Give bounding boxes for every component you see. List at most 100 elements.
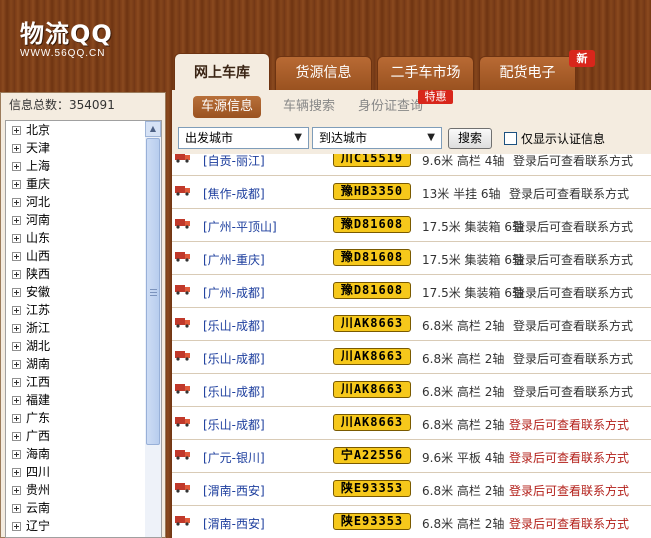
route-link[interactable]: [乐山-成都] xyxy=(203,317,265,334)
expand-icon[interactable] xyxy=(12,468,21,477)
tree-item-fujian[interactable]: 福建 xyxy=(12,391,50,409)
expand-icon[interactable] xyxy=(12,432,21,441)
expand-icon[interactable] xyxy=(12,270,21,279)
expand-icon[interactable] xyxy=(12,504,21,513)
vehicle-row[interactable]: [渭南-西安] 陕E93353 6.8米 高栏 2轴 登录后可查看联系方式 xyxy=(172,506,651,538)
expand-icon[interactable] xyxy=(12,378,21,387)
tree-item-tianjin[interactable]: 天津 xyxy=(12,139,50,157)
scroll-up-arrow-icon[interactable]: ▲ xyxy=(145,121,161,137)
tree-item-jiangsu[interactable]: 江苏 xyxy=(12,301,50,319)
route-link[interactable]: [渭南-西安] xyxy=(203,482,265,499)
tree-item-guangxi[interactable]: 广西 xyxy=(12,427,50,445)
truck-icon xyxy=(175,154,190,163)
expand-icon[interactable] xyxy=(12,252,21,261)
route-link[interactable]: [渭南-西安] xyxy=(203,515,265,532)
tree-item-zhejiang[interactable]: 浙江 xyxy=(12,319,50,337)
vehicle-row[interactable]: [广州-平顶山] 豫D81608 17.5米 集装箱 6轴 登录后可查看联系方式 xyxy=(172,209,651,242)
expand-icon[interactable] xyxy=(12,396,21,405)
contact-login-link[interactable]: 登录后可查看联系方式 xyxy=(513,317,633,334)
contact-login-link[interactable]: 登录后可查看联系方式 xyxy=(513,251,633,268)
vehicle-row[interactable]: [乐山-成都] 川AK8663 6.8米 高栏 2轴 登录后可查看联系方式 xyxy=(172,374,651,407)
route-link[interactable]: [乐山-成都] xyxy=(203,383,265,400)
tree-item-henan[interactable]: 河南 xyxy=(12,211,50,229)
expand-icon[interactable] xyxy=(12,234,21,243)
route-link[interactable]: [广元-银川] xyxy=(203,449,265,466)
tree-item-yunnan[interactable]: 云南 xyxy=(12,499,50,517)
scroll-thumb[interactable] xyxy=(146,138,160,445)
route-link[interactable]: [乐山-成都] xyxy=(203,416,265,433)
expand-icon[interactable] xyxy=(12,486,21,495)
contact-login-link[interactable]: 登录后可查看联系方式 xyxy=(513,350,633,367)
vehicle-row[interactable]: [广元-银川] 宁A22556 9.6米 平板 4轴 登录后可查看联系方式 xyxy=(172,440,651,473)
tree-item-shandong[interactable]: 山东 xyxy=(12,229,50,247)
expand-icon[interactable] xyxy=(12,216,21,225)
tree-item-guizhou[interactable]: 贵州 xyxy=(12,481,50,499)
search-button[interactable]: 搜索 xyxy=(448,128,492,149)
contact-login-link[interactable]: 登录后可查看联系方式 xyxy=(513,284,633,301)
subtab-id-lookup[interactable]: 身份证查询 xyxy=(358,96,423,118)
site-logo[interactable]: 物流QQ WWW.56QQ.CN xyxy=(20,20,113,59)
expand-icon[interactable] xyxy=(12,288,21,297)
expand-icon[interactable] xyxy=(12,144,21,153)
expand-icon[interactable] xyxy=(12,450,21,459)
verified-only-checkbox[interactable] xyxy=(504,132,517,145)
vehicle-row[interactable]: [焦作-成都] 豫HB3350 13米 半挂 6轴 登录后可查看联系方式 xyxy=(172,176,651,209)
route-link[interactable]: [自贡-丽江] xyxy=(203,154,265,169)
subtab-vehicle-search[interactable]: 车辆搜索 xyxy=(283,96,335,118)
tree-item-hebei[interactable]: 河北 xyxy=(12,193,50,211)
expand-icon[interactable] xyxy=(12,180,21,189)
expand-icon[interactable] xyxy=(12,324,21,333)
tree-item-hainan[interactable]: 海南 xyxy=(12,445,50,463)
expand-icon[interactable] xyxy=(12,162,21,171)
tree-item-jiangxi[interactable]: 江西 xyxy=(12,373,50,391)
tree-item-shaanxi[interactable]: 陕西 xyxy=(12,265,50,283)
tree-item-shanghai[interactable]: 上海 xyxy=(12,157,50,175)
tab-cargo-info[interactable]: 货源信息 xyxy=(275,56,372,90)
chevron-down-icon: ▼ xyxy=(294,132,302,143)
contact-login-link[interactable]: 登录后可查看联系方式 xyxy=(509,515,629,532)
tree-item-shanxi[interactable]: 山西 xyxy=(12,247,50,265)
vehicle-row[interactable]: [自贡-丽江] 川C15519 9.6米 高栏 4轴 登录后可查看联系方式 xyxy=(172,154,651,176)
vehicle-row[interactable]: [乐山-成都] 川AK8663 6.8米 高栏 2轴 登录后可查看联系方式 xyxy=(172,407,651,440)
route-link[interactable]: [乐山-成都] xyxy=(203,350,265,367)
vehicle-row[interactable]: [广州-成都] 豫D81608 17.5米 集装箱 6轴 登录后可查看联系方式 xyxy=(172,275,651,308)
route-link[interactable]: [广州-重庆] xyxy=(203,251,265,268)
subtab-vehicle-info[interactable]: 车源信息 xyxy=(193,96,262,118)
contact-login-link[interactable]: 登录后可查看联系方式 xyxy=(509,416,629,433)
tab-used-truck-market[interactable]: 二手车市场 xyxy=(377,56,474,90)
vehicle-row[interactable]: [乐山-成都] 川AK8663 6.8米 高栏 2轴 登录后可查看联系方式 xyxy=(172,341,651,374)
tree-scrollbar[interactable]: ▲ xyxy=(145,121,161,537)
expand-icon[interactable] xyxy=(12,126,21,135)
tree-item-hunan[interactable]: 湖南 xyxy=(12,355,50,373)
contact-login-link[interactable]: 登录后可查看联系方式 xyxy=(509,185,629,202)
expand-icon[interactable] xyxy=(12,306,21,315)
from-city-select[interactable]: 出发城市 ▼ xyxy=(178,127,309,149)
tree-item-anhui[interactable]: 安徽 xyxy=(12,283,50,301)
tree-item-guangdong[interactable]: 广东 xyxy=(12,409,50,427)
expand-icon[interactable] xyxy=(12,198,21,207)
tree-item-sichuan[interactable]: 四川 xyxy=(12,463,50,481)
vehicle-row[interactable]: [广州-重庆] 豫D81608 17.5米 集装箱 6轴 登录后可查看联系方式 xyxy=(172,242,651,275)
tree-item-liaoning[interactable]: 辽宁 xyxy=(12,517,50,535)
license-plate: 豫HB3350 xyxy=(333,183,411,200)
vehicle-row[interactable]: [乐山-成都] 川AK8663 6.8米 高栏 2轴 登录后可查看联系方式 xyxy=(172,308,651,341)
tab-dispatch-electronics[interactable]: 配货电子 xyxy=(479,56,576,90)
contact-login-link[interactable]: 登录后可查看联系方式 xyxy=(509,449,629,466)
route-link[interactable]: [广州-平顶山] xyxy=(203,218,277,235)
route-link[interactable]: [焦作-成都] xyxy=(203,185,265,202)
tree-item-beijing[interactable]: 北京 xyxy=(12,121,50,139)
expand-icon[interactable] xyxy=(12,414,21,423)
contact-login-link[interactable]: 登录后可查看联系方式 xyxy=(509,482,629,499)
contact-login-link[interactable]: 登录后可查看联系方式 xyxy=(513,383,633,400)
tree-item-chongqing[interactable]: 重庆 xyxy=(12,175,50,193)
contact-login-link[interactable]: 登录后可查看联系方式 xyxy=(513,154,633,169)
contact-login-link[interactable]: 登录后可查看联系方式 xyxy=(513,218,633,235)
vehicle-row[interactable]: [渭南-西安] 陕E93353 6.8米 高栏 2轴 登录后可查看联系方式 xyxy=(172,473,651,506)
expand-icon[interactable] xyxy=(12,342,21,351)
expand-icon[interactable] xyxy=(12,360,21,369)
expand-icon[interactable] xyxy=(12,522,21,531)
route-link[interactable]: [广州-成都] xyxy=(203,284,265,301)
tree-item-hubei[interactable]: 湖北 xyxy=(12,337,50,355)
tab-garage[interactable]: 网上车库 xyxy=(174,53,270,93)
to-city-select[interactable]: 到达城市 ▼ xyxy=(312,127,442,149)
